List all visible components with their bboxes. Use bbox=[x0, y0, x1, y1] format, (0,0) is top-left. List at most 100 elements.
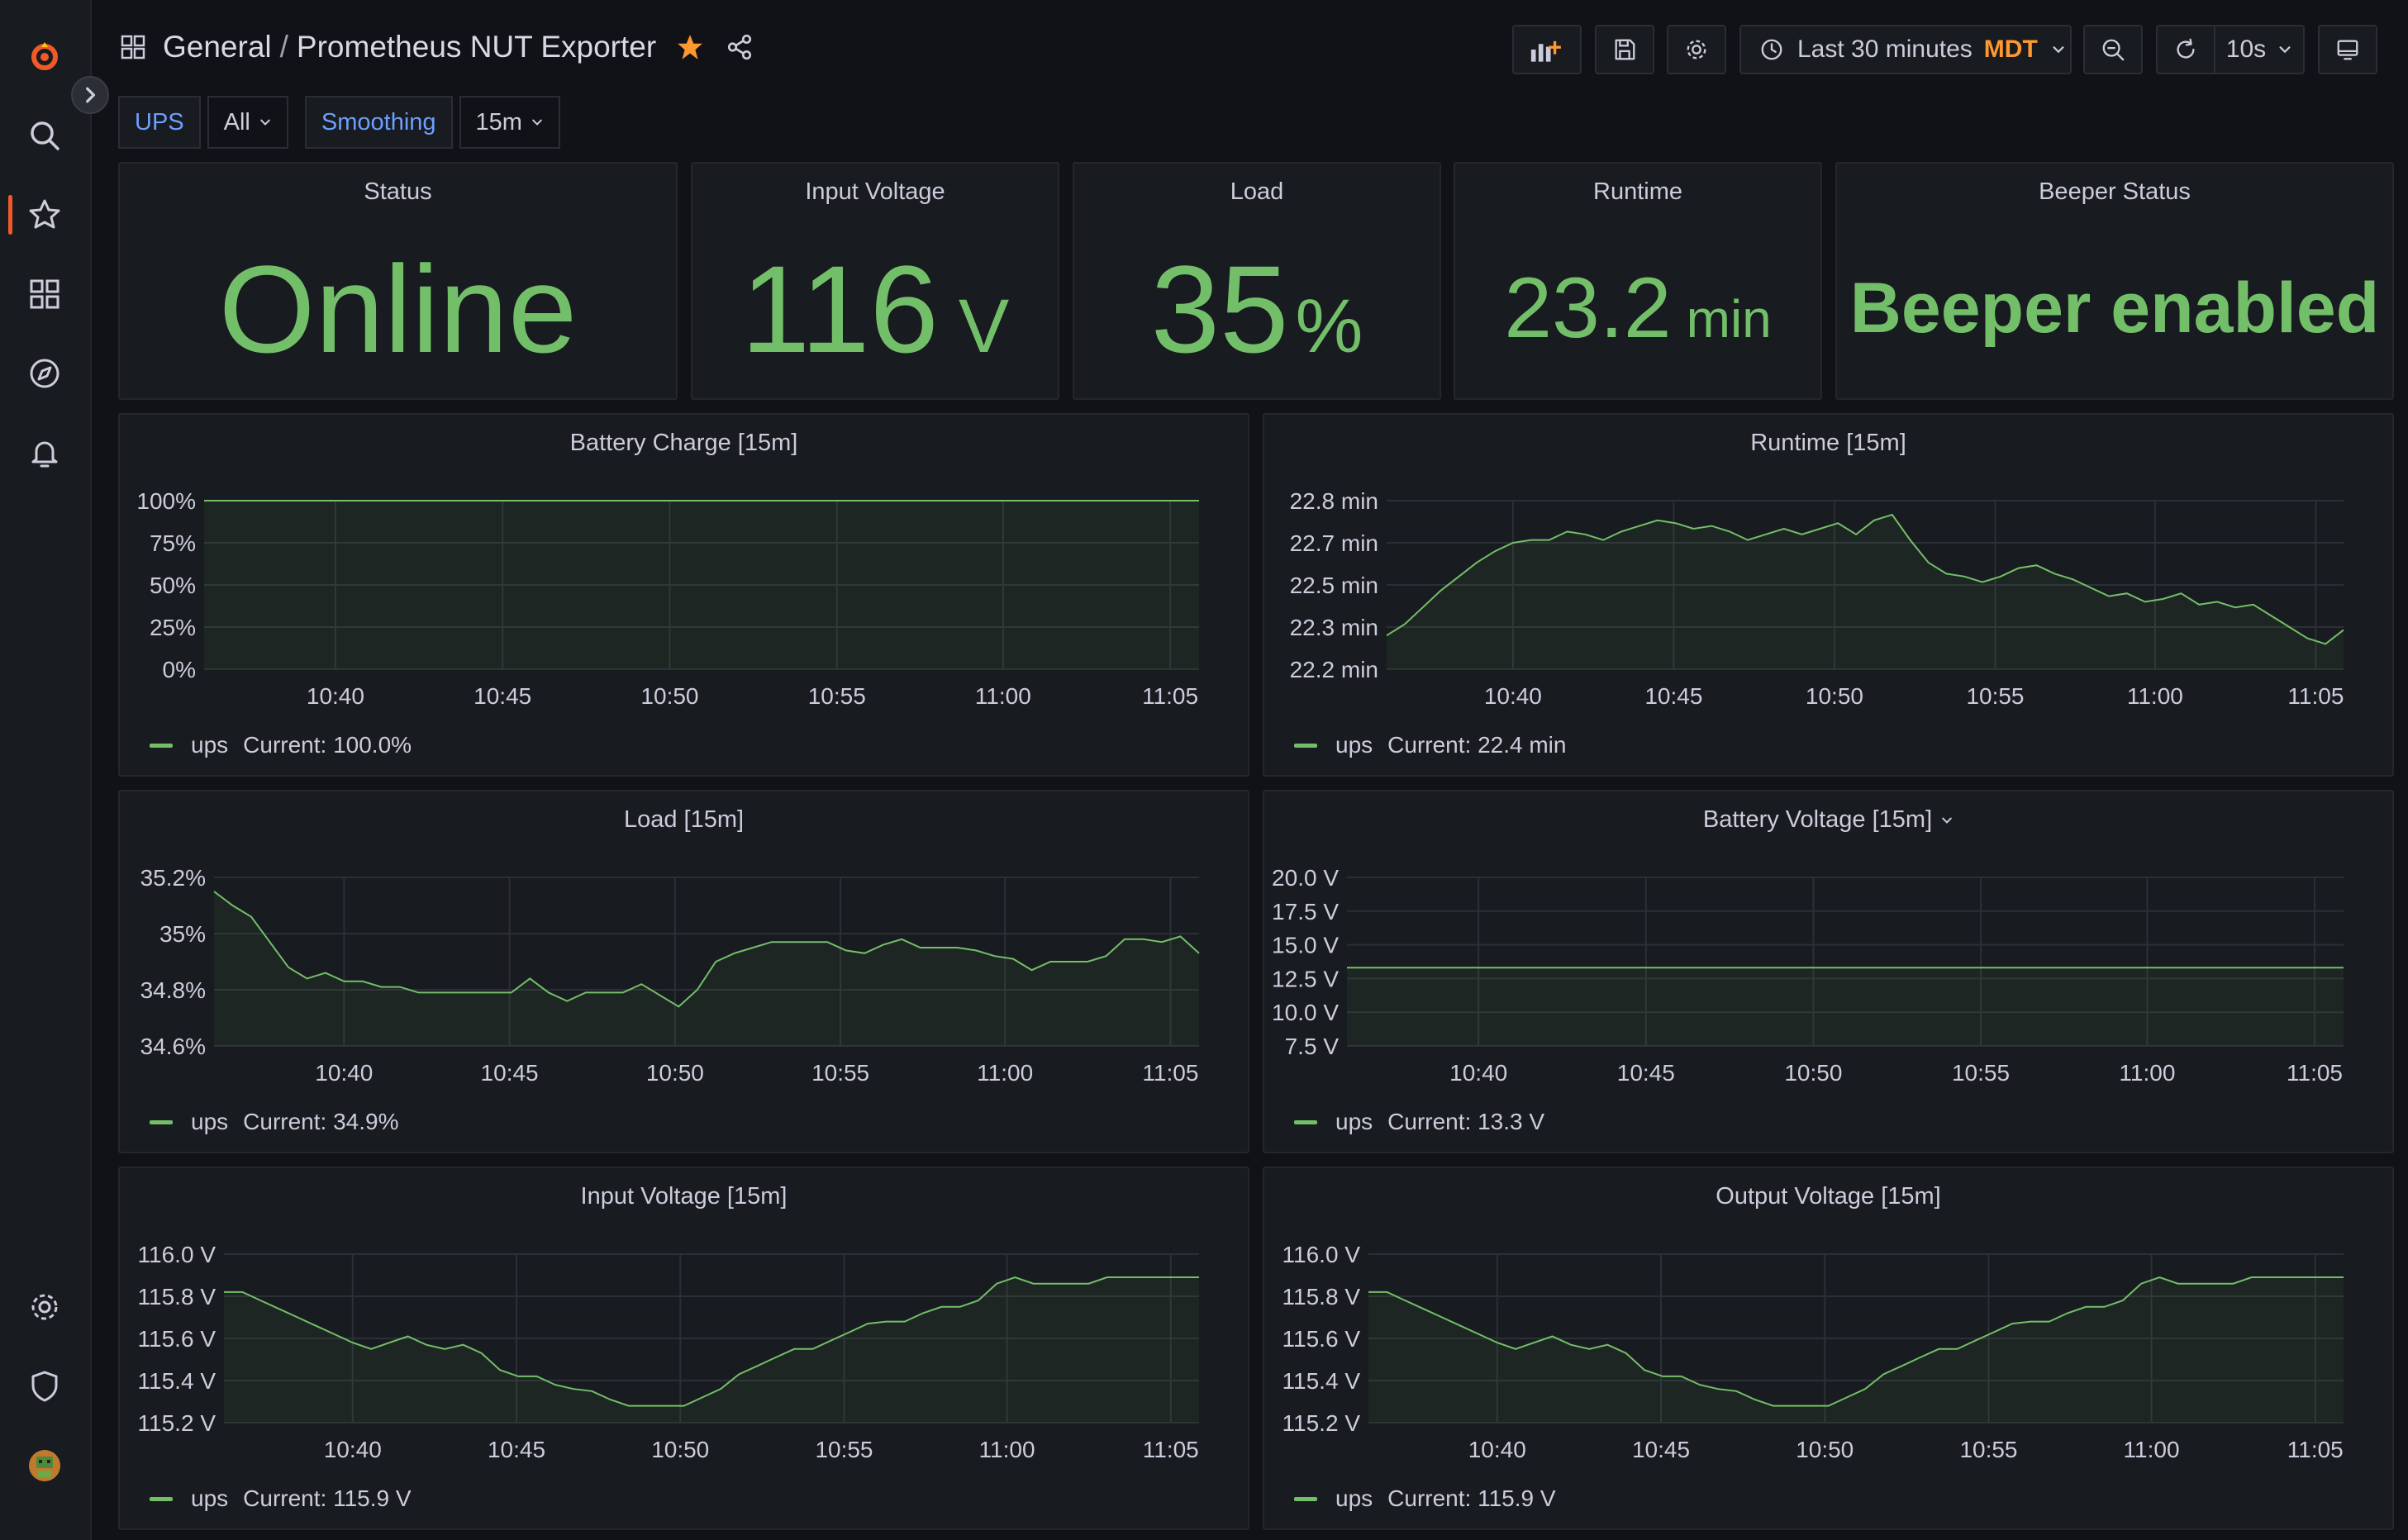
chart-svg: 20.0 V 17.5 V 15.0 V 12.5 V 10.0 V 7.5 V 10:40… bbox=[1272, 865, 2344, 1086]
stat-value: 116 V bbox=[692, 238, 1058, 381]
save-icon bbox=[1615, 39, 1635, 60]
panel-title: Beeper Status bbox=[2039, 178, 2191, 205]
zoom-out-icon bbox=[2102, 39, 2125, 61]
chart-svg: 100% 75% 50% 25% 0% 10:40 10:45 10:50 10:55 11:00… bbox=[136, 488, 1199, 709]
alerting-bell-icon[interactable] bbox=[25, 433, 64, 473]
legend[interactable]: ups Current: 34.9% bbox=[150, 1109, 398, 1135]
search-icon[interactable] bbox=[25, 116, 64, 155]
refresh-interval-picker[interactable]: 10s bbox=[2214, 25, 2305, 74]
y-tick-label: 10.0 V bbox=[1272, 1000, 1339, 1025]
x-tick-label: 11:05 bbox=[2287, 1437, 2344, 1462]
panel-title: Input Voltage bbox=[805, 178, 945, 205]
share-icon[interactable] bbox=[726, 33, 754, 61]
legend-series-name[interactable]: ups bbox=[191, 732, 228, 758]
y-tick-label: 115.4 V bbox=[138, 1368, 217, 1394]
timeseries-panel-runtime[interactable]: Runtime [15m] 22.8 min 22.7 min 22.5 min 22.… bbox=[1263, 413, 2394, 777]
y-tick-label: 100% bbox=[136, 488, 196, 514]
add-panel-icon bbox=[1530, 40, 1561, 62]
user-avatar[interactable] bbox=[25, 1446, 64, 1485]
x-tick-label: 10:50 bbox=[651, 1437, 709, 1462]
stat-panel-input-voltage[interactable]: Input Voltage 116 V bbox=[691, 162, 1059, 400]
timeseries-panel-battery-voltage[interactable]: Battery Voltage [15m] 20.0 V 17.5 V 15.0 V1… bbox=[1263, 790, 2394, 1153]
x-tick-label: 10:40 bbox=[1468, 1437, 1526, 1462]
grafana-logo-icon[interactable] bbox=[25, 36, 64, 76]
add-panel-button[interactable] bbox=[1512, 25, 1582, 74]
explore-icon[interactable] bbox=[25, 354, 64, 393]
chevron-down-icon bbox=[260, 119, 270, 126]
admin-shield-icon[interactable] bbox=[25, 1367, 64, 1406]
variable-select-ups[interactable]: All bbox=[207, 96, 288, 149]
legend-series-name[interactable]: ups bbox=[191, 1485, 228, 1512]
y-tick-label: 115.2 V bbox=[1283, 1410, 1361, 1436]
x-tick-label: 11:00 bbox=[2127, 683, 2183, 709]
save-dashboard-button[interactable] bbox=[1595, 25, 1654, 74]
y-tick-label: 22.7 min bbox=[1290, 530, 1378, 556]
timeseries-panel-load[interactable]: Load [15m] 35.2% 35% 34.8% 34.6% 10:40 10:45 10… bbox=[118, 790, 1249, 1153]
timeseries-panel-output-voltage[interactable]: Output Voltage [15m] 116.0 V 115.8 V 115.6 … bbox=[1263, 1167, 2394, 1530]
stat-panel-runtime[interactable]: Runtime 23.2 min bbox=[1454, 162, 1822, 400]
legend-series-name[interactable]: ups bbox=[1335, 1485, 1373, 1512]
starred-icon[interactable] bbox=[25, 195, 64, 235]
legend-current-value: Current: 100.0% bbox=[243, 732, 412, 758]
y-tick-label: 22.3 min bbox=[1290, 615, 1378, 640]
dashboard-title[interactable]: Prometheus NUT Exporter bbox=[297, 30, 656, 64]
chevron-down-icon bbox=[532, 119, 542, 126]
star-icon[interactable] bbox=[676, 33, 704, 61]
y-tick-label: 22.8 min bbox=[1290, 488, 1378, 514]
stat-unit: % bbox=[1295, 284, 1363, 368]
x-tick-label: 10:55 bbox=[811, 1060, 869, 1086]
variable-value-smoothing: 15m bbox=[475, 108, 522, 135]
chart-svg: 22.8 min 22.7 min 22.5 min 22.3 min 22.2 min… bbox=[1290, 488, 2344, 709]
stat-panel-beeper[interactable]: Beeper Status Beeper enabled bbox=[1835, 162, 2394, 400]
breadcrumb-folder[interactable]: General bbox=[163, 30, 272, 64]
x-tick-label: 10:45 bbox=[481, 1060, 539, 1086]
series-area-fill bbox=[224, 1277, 1199, 1423]
y-tick-label: 22.2 min bbox=[1290, 657, 1378, 682]
legend-swatch bbox=[150, 743, 173, 748]
y-tick-label: 115.6 V bbox=[1283, 1326, 1361, 1352]
stat-panel-status[interactable]: Status Online bbox=[118, 162, 678, 400]
zoom-out-button[interactable] bbox=[2083, 25, 2143, 74]
legend[interactable]: ups Current: 115.9 V bbox=[1294, 1485, 1556, 1512]
y-tick-label: 15.0 V bbox=[1272, 933, 1339, 958]
y-tick-label: 115.2 V bbox=[138, 1410, 217, 1436]
y-tick-label: 0% bbox=[163, 657, 196, 682]
x-tick-label: 10:40 bbox=[1484, 683, 1542, 709]
x-tick-label: 10:50 bbox=[640, 683, 698, 709]
timeseries-panel-input-voltage[interactable]: Input Voltage [15m] 116.0 V 115.8 V 115.6 V… bbox=[118, 1167, 1249, 1530]
y-tick-label: 115.8 V bbox=[1283, 1284, 1361, 1309]
legend[interactable]: ups Current: 115.9 V bbox=[150, 1485, 412, 1512]
top-navbar: General / Prometheus NUT Exporter Last 3… bbox=[92, 0, 2408, 97]
variable-label-ups: UPS bbox=[118, 96, 201, 149]
time-range-picker[interactable]: Last 30 minutes MDT bbox=[1739, 25, 2072, 74]
legend-swatch bbox=[1294, 1119, 1317, 1124]
stat-value-text: Online bbox=[218, 240, 578, 378]
dashboards-icon[interactable] bbox=[25, 274, 64, 314]
x-tick-label: 10:55 bbox=[808, 683, 866, 709]
legend[interactable]: ups Current: 22.4 min bbox=[1294, 732, 1566, 758]
legend-series-name[interactable]: ups bbox=[191, 1109, 228, 1135]
configuration-gear-icon[interactable] bbox=[25, 1287, 64, 1327]
expand-sidebar-button[interactable] bbox=[71, 76, 109, 114]
timeseries-panel-battery-charge[interactable]: Battery Charge [15m] 100% 75% 50% 25% 0% 10:40… bbox=[118, 413, 1249, 777]
variable-select-smoothing[interactable]: 15m bbox=[459, 96, 560, 149]
refresh-button[interactable] bbox=[2156, 25, 2215, 74]
stat-panel-load[interactable]: Load 35% bbox=[1073, 162, 1441, 400]
stat-value-text: 35 bbox=[1150, 240, 1289, 378]
legend[interactable]: ups Current: 13.3 V bbox=[1294, 1109, 1544, 1135]
legend-series-name[interactable]: ups bbox=[1335, 732, 1373, 758]
panel-title: Status bbox=[364, 178, 432, 205]
series-area-fill bbox=[214, 891, 1199, 1046]
tv-mode-button[interactable] bbox=[2318, 25, 2377, 74]
panel-title: Load bbox=[1230, 178, 1284, 205]
chevron-right-icon bbox=[86, 87, 96, 103]
legend[interactable]: ups Current: 100.0% bbox=[150, 732, 412, 758]
legend-series-name[interactable]: ups bbox=[1335, 1109, 1373, 1135]
x-tick-label: 10:45 bbox=[474, 683, 531, 709]
variable-label-smoothing: Smoothing bbox=[304, 96, 453, 149]
stat-value: 23.2 min bbox=[1455, 259, 1820, 358]
chart-svg: 35.2% 35% 34.8% 34.6% 10:40 10:45 10:50 10:55 11… bbox=[140, 865, 1200, 1086]
y-tick-label: 25% bbox=[150, 615, 196, 640]
dashboard-settings-button[interactable] bbox=[1667, 25, 1726, 74]
y-tick-label: 12.5 V bbox=[1272, 966, 1339, 991]
